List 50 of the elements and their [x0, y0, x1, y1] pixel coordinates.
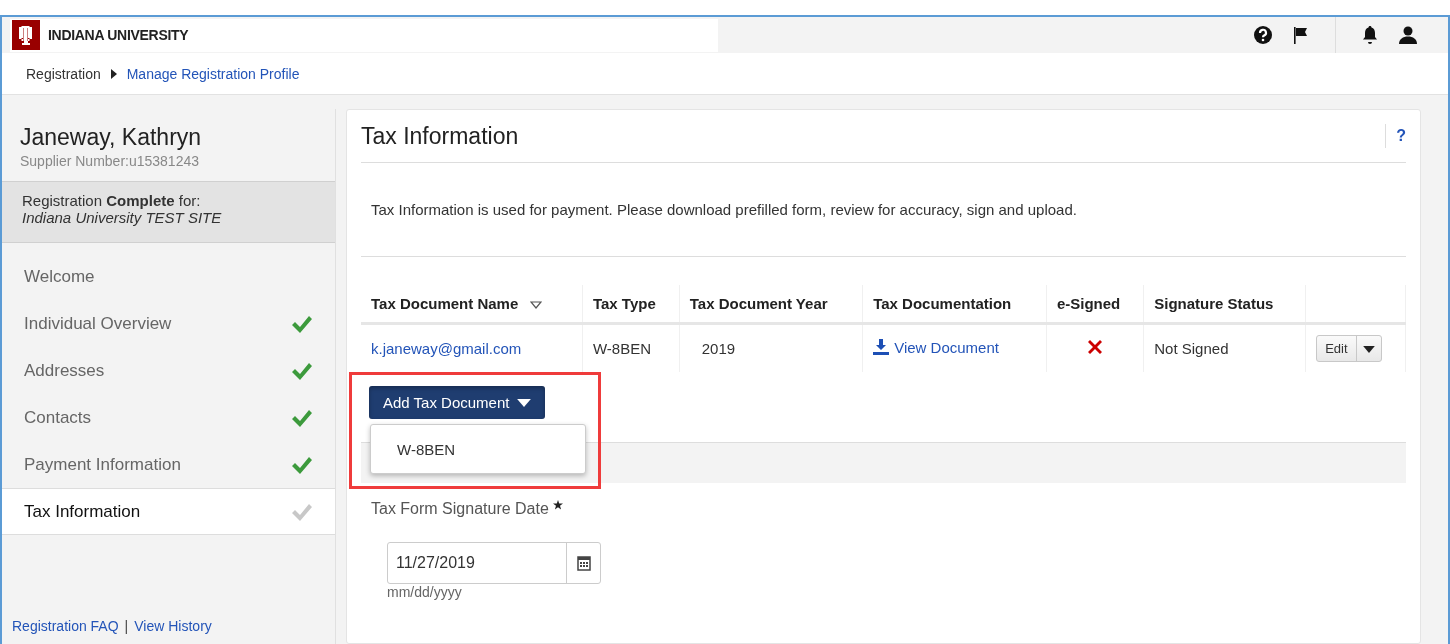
- checkmark-icon: [291, 360, 313, 381]
- table-cell: W-8BEN: [582, 323, 680, 372]
- add-tax-document-button[interactable]: Add Tax Document: [369, 386, 546, 419]
- nav-item[interactable]: Tax Information: [2, 488, 335, 535]
- download-icon: [873, 339, 890, 356]
- caret-right-icon: [110, 68, 117, 79]
- column-header: Tax Document Year: [679, 285, 863, 324]
- bell-icon[interactable]: [1360, 25, 1380, 45]
- caret-down-icon[interactable]: [1362, 346, 1375, 353]
- required-star-icon: [552, 500, 563, 510]
- supplier-name: Janeway, Kathryn: [20, 124, 203, 151]
- date-field[interactable]: 11/27/2019: [387, 542, 601, 584]
- site-name: Indiana University TEST SITE: [22, 209, 223, 226]
- separator: |: [124, 618, 129, 634]
- breadcrumb-item[interactable]: Registration: [26, 65, 101, 82]
- help-icon[interactable]: [1253, 25, 1273, 45]
- view-document-link[interactable]: View Document: [873, 338, 999, 356]
- menu-item[interactable]: W-8BEN: [371, 440, 456, 458]
- panel-title: Tax Information: [361, 122, 519, 150]
- nav-item[interactable]: Individual Overview: [2, 300, 335, 347]
- footer-link[interactable]: View History: [134, 618, 212, 634]
- column-header[interactable]: Tax Document Name: [361, 285, 583, 324]
- column-header: Tax Type: [582, 285, 680, 324]
- intro-text: Tax Information is used for payment. Please download prefilled form, review for accuracy, sign and upload.: [361, 163, 1406, 257]
- sort-icon[interactable]: [530, 301, 543, 309]
- document-name-link[interactable]: k.janeway@gmail.com: [371, 340, 522, 357]
- university-name: INDIANA UNIVERSITY: [48, 27, 189, 43]
- registration-status: Registration Complete for:: [22, 192, 202, 209]
- field-label: Tax Form Signature Date: [371, 500, 549, 518]
- table-cell: Not Signed: [1143, 323, 1306, 372]
- user-icon[interactable]: [1398, 25, 1418, 45]
- nav-item[interactable]: Addresses: [2, 347, 335, 394]
- column-header: e-Signed: [1046, 285, 1144, 324]
- breadcrumb-link[interactable]: Manage Registration Profile: [126, 65, 300, 82]
- footer-link[interactable]: Registration FAQ: [12, 618, 119, 634]
- column-header: Signature Status: [1143, 285, 1306, 324]
- nav-item[interactable]: Contacts: [2, 394, 335, 441]
- checkmark-icon: [291, 313, 313, 334]
- checkmark-icon: [291, 501, 313, 522]
- caret-down-icon: [517, 398, 532, 407]
- help-link[interactable]: ?: [1385, 124, 1406, 148]
- nav-item[interactable]: Payment Information: [2, 441, 335, 488]
- calendar-icon[interactable]: [576, 555, 591, 571]
- date-format-hint: mm/dd/yyyy: [387, 584, 463, 600]
- checkmark-icon: [291, 454, 313, 475]
- supplier-number: Supplier Number:u15381243: [20, 153, 200, 169]
- column-header: Tax Documentation: [862, 285, 1047, 324]
- table-cell: 2019: [679, 323, 863, 372]
- checkmark-icon: [291, 407, 313, 428]
- nav-item[interactable]: Welcome: [2, 253, 335, 300]
